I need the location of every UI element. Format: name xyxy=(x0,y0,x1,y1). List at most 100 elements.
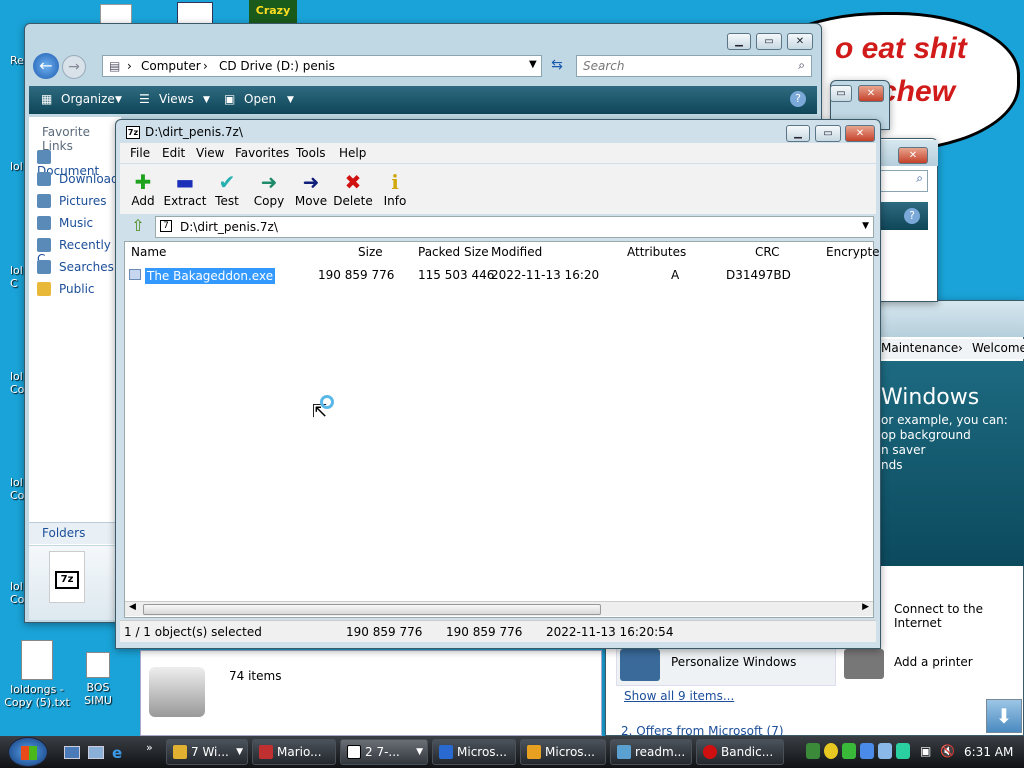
column-attributes[interactable]: Attributes xyxy=(627,245,686,259)
close-icon[interactable]: ✕ xyxy=(787,33,813,50)
minimize-icon[interactable]: ▁ xyxy=(727,33,751,50)
desktop-icon-bos[interactable]: BOS SIMU xyxy=(80,652,116,707)
search-icon[interactable]: ⌕ xyxy=(880,170,928,192)
row-name[interactable]: The Bakageddon.exe xyxy=(145,268,276,284)
views-button[interactable]: Views xyxy=(159,92,194,106)
tray-app-icon[interactable] xyxy=(878,743,892,759)
open-button[interactable]: Open xyxy=(244,92,276,106)
breadcrumb-maintenance[interactable]: Maintenance xyxy=(881,341,958,355)
search-icon[interactable]: ⌕ xyxy=(798,58,805,73)
task-mario[interactable]: Mario... xyxy=(252,739,336,765)
network-icon[interactable]: ▣ xyxy=(920,744,931,758)
clock[interactable]: 6:31 AM xyxy=(964,745,1013,759)
task-explorer[interactable]: 7 Wi... ▼ xyxy=(166,739,248,765)
folders-toggle[interactable]: Folders xyxy=(29,522,121,544)
menu-edit[interactable]: Edit xyxy=(162,146,185,160)
maximize-icon[interactable]: ▭ xyxy=(815,125,841,142)
task-bandicam[interactable]: Bandic... xyxy=(696,739,784,765)
test-icon: ✔ xyxy=(218,170,236,194)
column-name[interactable]: Name xyxy=(131,245,166,259)
help-icon[interactable]: ? xyxy=(790,91,806,107)
maximize-icon[interactable]: ▭ xyxy=(756,33,782,50)
desktop-edge-label[interactable]: lol xyxy=(10,160,23,173)
help-icon[interactable]: ? xyxy=(904,208,920,224)
scroll-right-icon[interactable]: ▶ xyxy=(862,602,869,612)
column-packed-size[interactable]: Packed Size xyxy=(418,245,489,259)
organize-button[interactable]: Organize xyxy=(61,92,115,106)
breadcrumb-computer[interactable]: Computer xyxy=(141,59,201,73)
desktop-icon-loldongs[interactable]: loldongs - Copy (5).txt xyxy=(2,640,72,709)
test-button[interactable]: ✔ Test xyxy=(205,170,249,208)
desktop-icon-doc[interactable] xyxy=(100,4,132,24)
add-printer-link[interactable]: Add a printer xyxy=(894,655,973,669)
close-icon[interactable]: ✕ xyxy=(898,147,928,164)
task-microsoft-2[interactable]: Micros... xyxy=(520,739,606,765)
scroll-left-icon[interactable]: ◀ xyxy=(129,602,136,612)
scrollbar-thumb[interactable] xyxy=(143,604,601,615)
quicklaunch-more-icon[interactable]: » xyxy=(146,741,153,754)
delete-button[interactable]: ✖ Delete xyxy=(331,170,375,208)
app-icon xyxy=(86,652,110,678)
favorite-searches[interactable]: Searches xyxy=(37,260,114,274)
back-arrow-icon[interactable]: ← xyxy=(33,53,59,79)
path-field[interactable]: 7 D:\dirt_penis.7z\ ▼ xyxy=(155,216,874,238)
menu-tools[interactable]: Tools xyxy=(296,146,326,160)
search-input[interactable]: Search ⌕ xyxy=(576,55,812,77)
chevron-down-icon[interactable]: ▼ xyxy=(203,95,210,105)
scroll-down-icon[interactable]: ⬇ xyxy=(986,699,1022,733)
breadcrumb-welcome[interactable]: Welcome xyxy=(972,341,1024,355)
chevron-down-icon[interactable]: ▼ xyxy=(115,95,122,105)
chevron-down-icon[interactable]: ▼ xyxy=(862,221,869,231)
chevron-down-icon[interactable]: ▼ xyxy=(287,95,294,105)
chevron-down-icon[interactable]: ▼ xyxy=(529,59,537,70)
show-desktop-icon[interactable] xyxy=(64,746,80,759)
move-button[interactable]: ➜ Move xyxy=(289,170,333,208)
favorite-downloads[interactable]: Download xyxy=(37,172,119,186)
horizontal-scrollbar[interactable]: ◀ ▶ xyxy=(125,601,873,616)
favorite-public[interactable]: Public xyxy=(37,282,95,296)
maximize-icon[interactable]: ▭ xyxy=(830,85,852,102)
show-all-link[interactable]: Show all 9 items... xyxy=(624,689,734,703)
volume-muted-icon[interactable]: 🔇 xyxy=(940,744,955,758)
tray-app-icon[interactable] xyxy=(896,743,910,759)
menu-help[interactable]: Help xyxy=(339,146,366,160)
desktop-icon-window[interactable] xyxy=(177,2,213,24)
connect-internet-link[interactable]: Connect to the Internet xyxy=(894,602,1023,630)
switch-windows-icon[interactable] xyxy=(88,746,104,759)
copy-button[interactable]: ➜ Copy xyxy=(247,170,291,208)
start-button[interactable] xyxy=(8,737,48,767)
menu-file[interactable]: File xyxy=(130,146,150,160)
refresh-icon[interactable]: ⇆ xyxy=(546,57,568,77)
column-crc[interactable]: CRC xyxy=(755,245,780,259)
forward-arrow-icon[interactable]: → xyxy=(62,55,86,79)
task-7zip[interactable]: 2 7-... ▼ xyxy=(340,739,428,765)
close-icon[interactable]: ✕ xyxy=(858,85,884,102)
tray-app-icon[interactable] xyxy=(842,743,856,759)
file-list[interactable] xyxy=(124,241,874,618)
minimize-icon[interactable]: ▁ xyxy=(786,125,810,142)
address-bar[interactable]: ▤ › Computer › CD Drive (D:) penis ▼ xyxy=(102,55,542,77)
task-microsoft-1[interactable]: Micros... xyxy=(432,739,516,765)
add-button[interactable]: ✚ Add xyxy=(121,170,165,208)
up-folder-icon[interactable]: ⇧ xyxy=(124,215,152,237)
tray-app-icon[interactable] xyxy=(860,743,874,759)
crazy-logo[interactable]: Crazy xyxy=(249,0,297,24)
info-button[interactable]: i Info xyxy=(373,170,417,208)
bubble-line-2: chew xyxy=(880,75,956,108)
personalize-windows-link[interactable]: Personalize Windows xyxy=(671,655,796,669)
extract-button[interactable]: ▬ Extract xyxy=(163,170,207,208)
menu-favorites[interactable]: Favorites xyxy=(235,146,289,160)
menu-view[interactable]: View xyxy=(196,146,224,160)
tray-app-icon[interactable] xyxy=(806,743,820,759)
favorite-pictures[interactable]: Pictures xyxy=(37,194,107,208)
column-modified[interactable]: Modified xyxy=(491,245,542,259)
breadcrumb-cd-drive[interactable]: CD Drive (D:) penis xyxy=(219,59,335,73)
favorite-music[interactable]: Music xyxy=(37,216,93,230)
desktop-edge-label[interactable]: Re xyxy=(10,54,24,67)
column-encrypted[interactable]: Encrypte xyxy=(826,245,880,259)
column-size[interactable]: Size xyxy=(358,245,383,259)
task-readme[interactable]: readm... xyxy=(610,739,692,765)
tray-shield-icon[interactable] xyxy=(824,743,838,759)
internet-explorer-icon[interactable]: e xyxy=(112,744,128,762)
close-icon[interactable]: ✕ xyxy=(845,125,875,142)
